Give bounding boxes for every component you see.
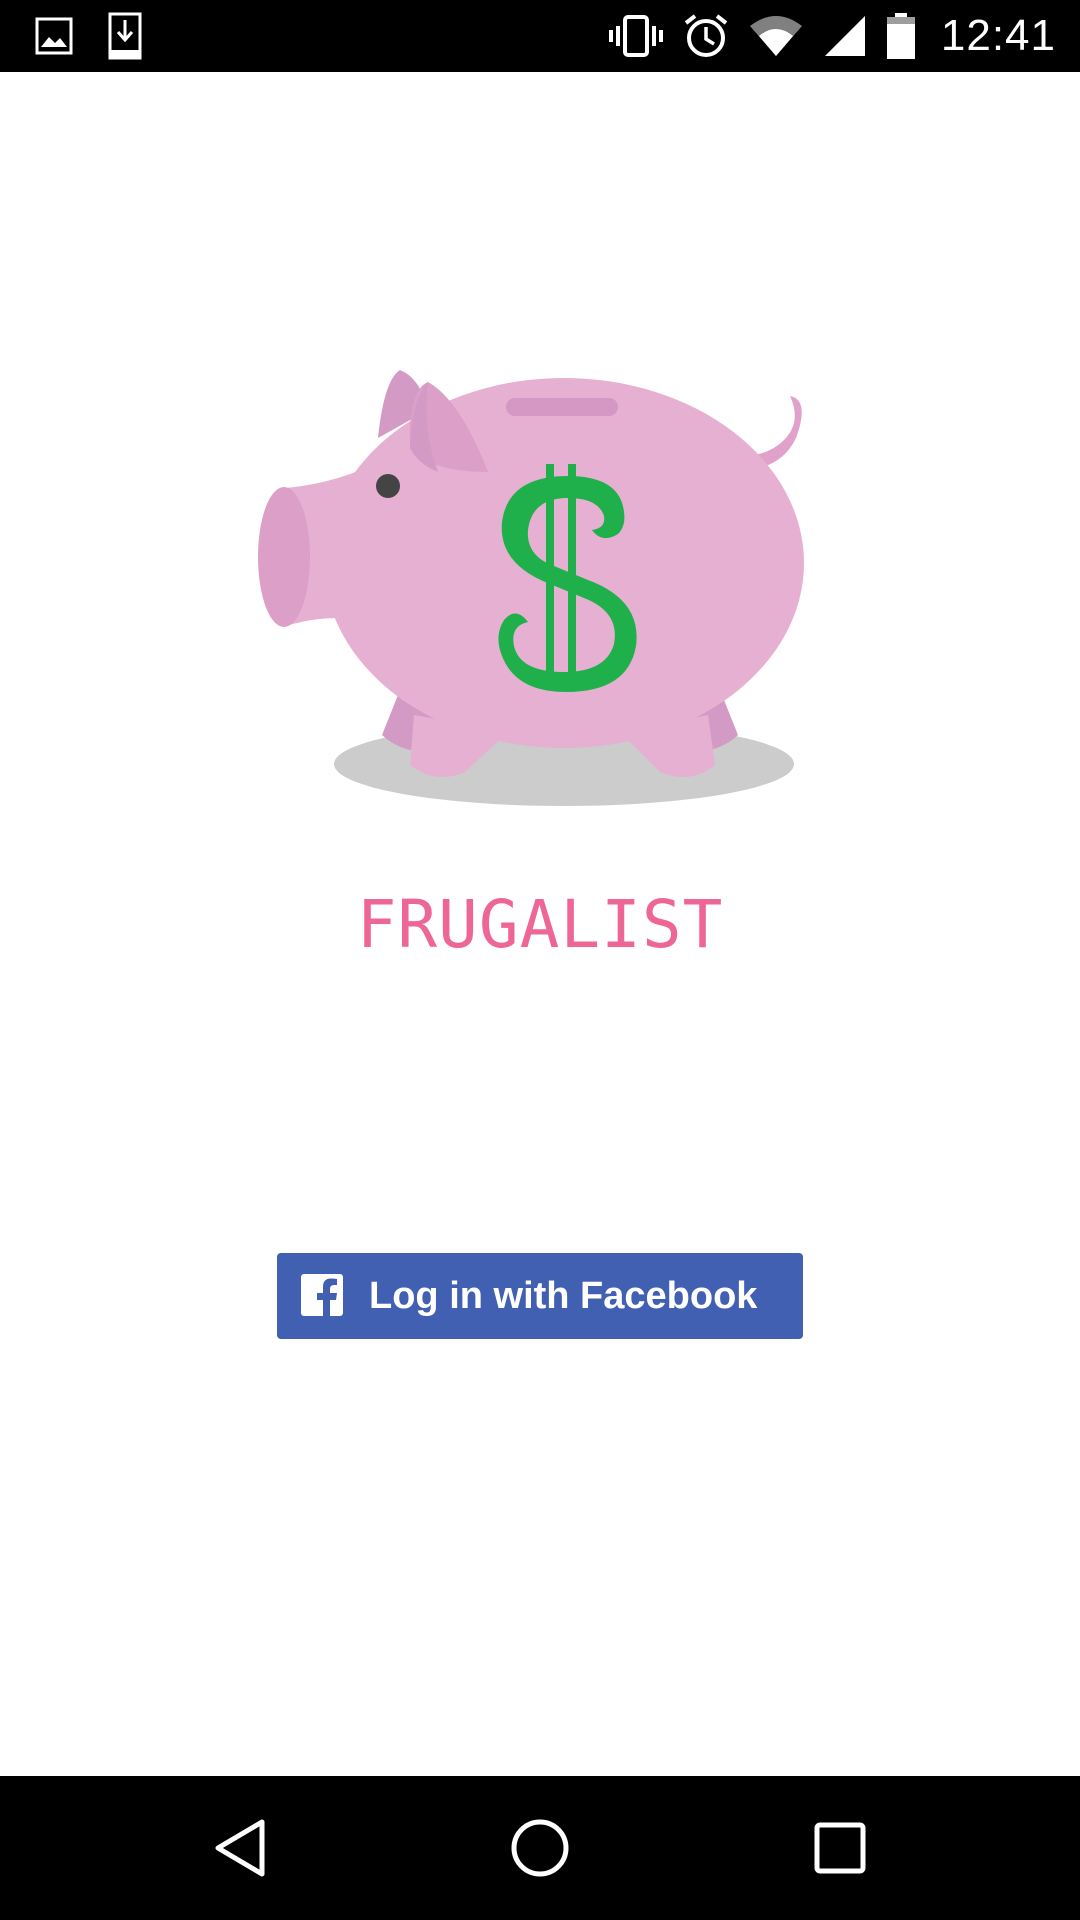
status-left-icons xyxy=(34,12,142,60)
cellular-signal-icon xyxy=(824,16,865,56)
alarm-icon xyxy=(684,14,728,57)
battery-icon xyxy=(886,13,915,59)
login-screen: 12:41 FRUGALIST Log in with Facebook xyxy=(0,0,1080,1920)
back-icon[interactable] xyxy=(204,1812,276,1884)
image-icon xyxy=(35,17,73,55)
facebook-login-button[interactable]: Log in with Facebook xyxy=(277,1253,803,1339)
vibrate-icon xyxy=(608,15,663,57)
status-time: 12:41 xyxy=(940,11,1056,60)
piggy-bank-icon xyxy=(250,360,820,820)
status-bar: 12:41 xyxy=(0,0,1080,72)
app-title: FRUGALIST xyxy=(356,886,724,963)
status-right-icons: 12:41 xyxy=(608,10,1056,62)
navigation-bar xyxy=(0,1776,1080,1920)
home-icon[interactable] xyxy=(504,1812,576,1884)
wifi-icon xyxy=(749,16,802,56)
facebook-login-label: Log in with Facebook xyxy=(369,1275,758,1317)
download-icon xyxy=(108,12,142,60)
recents-icon[interactable] xyxy=(804,1812,876,1884)
facebook-icon xyxy=(301,1274,343,1316)
